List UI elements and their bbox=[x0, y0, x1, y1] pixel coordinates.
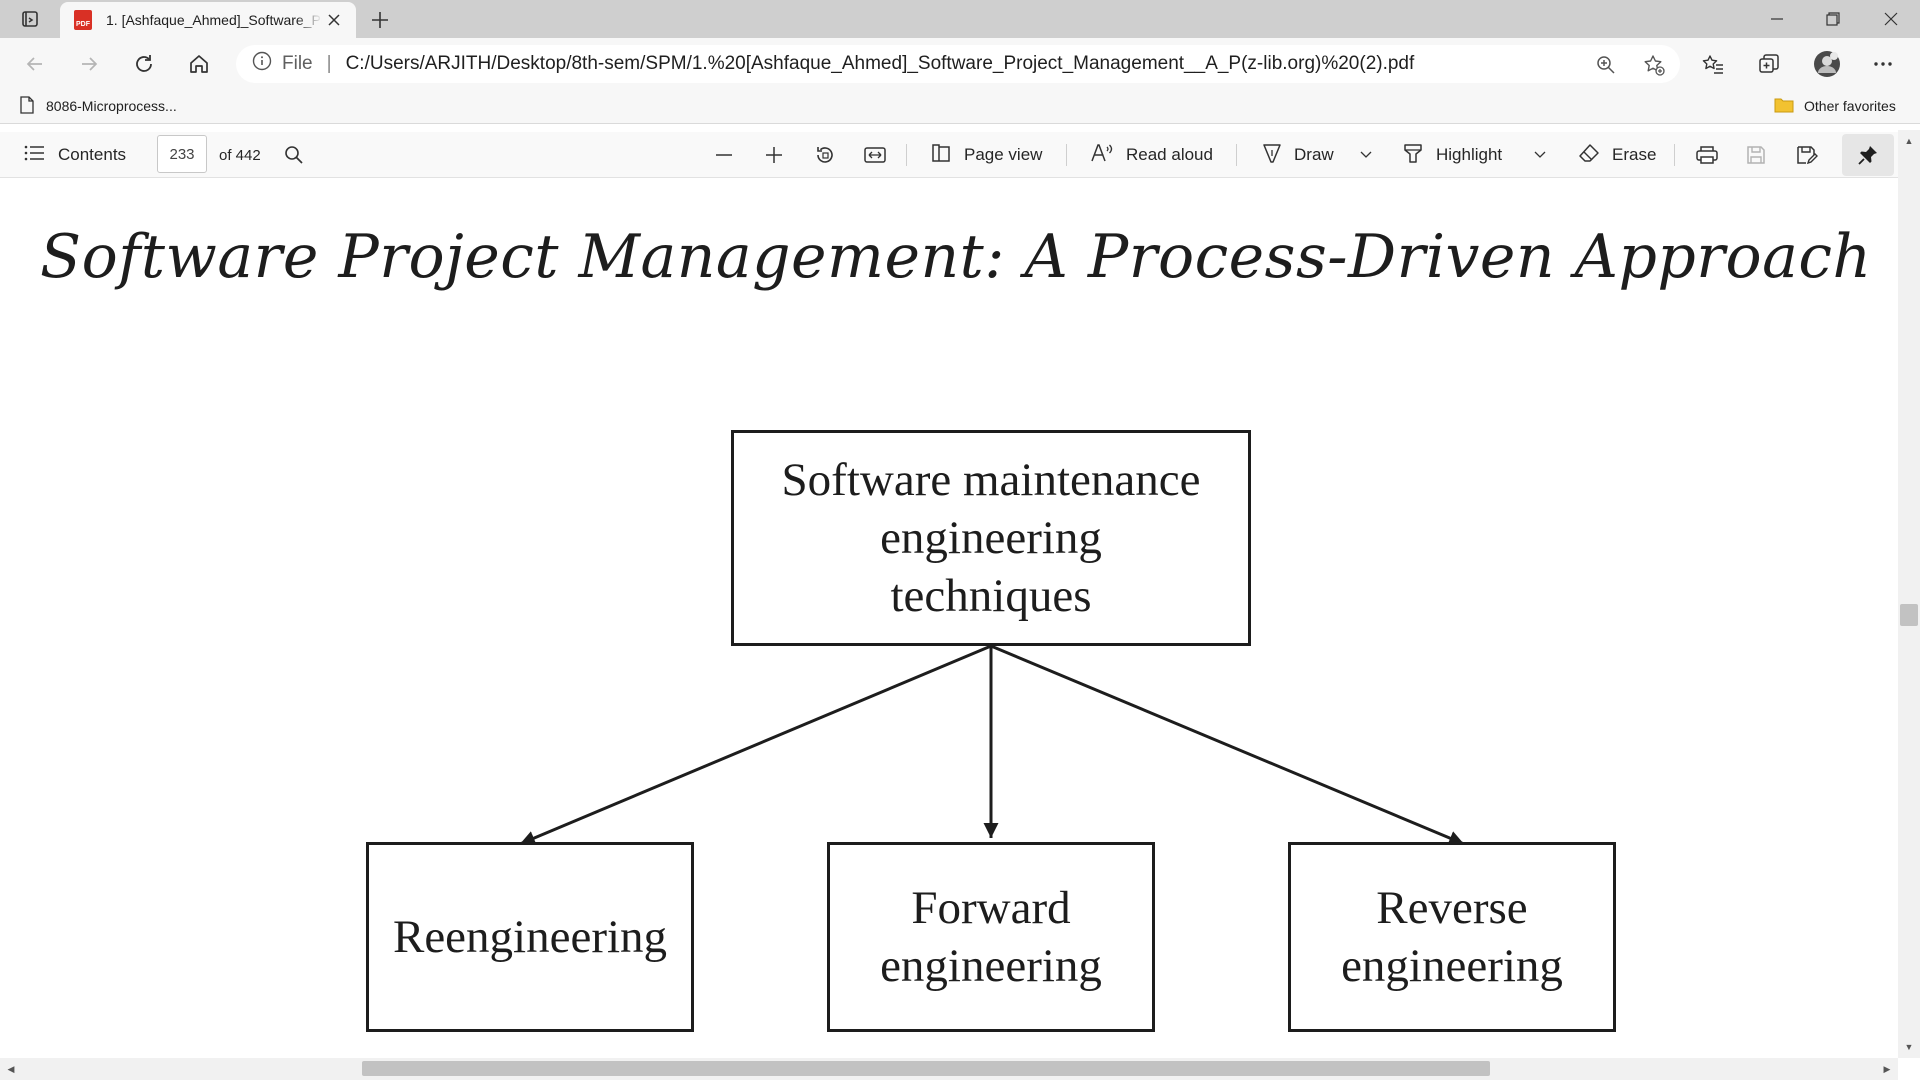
list-icon bbox=[24, 145, 46, 166]
draw-label: Draw bbox=[1294, 145, 1334, 164]
zoom-out-icon[interactable] bbox=[714, 132, 734, 178]
highlight-label: Highlight bbox=[1436, 145, 1503, 164]
collections-icon[interactable] bbox=[1752, 47, 1786, 81]
profile-avatar[interactable] bbox=[1810, 47, 1844, 81]
highlight-options-chevron-icon[interactable] bbox=[1534, 132, 1546, 178]
contents-label: Contents bbox=[58, 145, 127, 164]
diagram-node-forward-engineering: Forward engineering bbox=[827, 842, 1155, 1032]
page-view-icon bbox=[930, 143, 952, 168]
tab-strip: PDF 1. [Ashfaque_Ahmed]_Software_Project… bbox=[0, 0, 1920, 38]
zoom-icon[interactable] bbox=[1594, 53, 1618, 77]
erase-label: Erase bbox=[1612, 145, 1657, 164]
url-text[interactable]: C:/Users/ARJITH/Desktop/8th-sem/SPM/1.%2… bbox=[346, 53, 1415, 75]
close-window-button[interactable] bbox=[1866, 0, 1916, 38]
tab-actions-icon[interactable] bbox=[12, 6, 48, 32]
close-tab-icon[interactable] bbox=[324, 10, 344, 30]
favorites-bar: 8086-Microprocess... Other favorites bbox=[0, 88, 1920, 124]
security-label: File bbox=[282, 53, 313, 74]
vertical-scrollbar[interactable] bbox=[1898, 130, 1920, 1058]
page-number-input[interactable]: 233 bbox=[157, 135, 207, 173]
other-favorites-label: Other favorites bbox=[1804, 98, 1896, 114]
pdf-toolbar: Contents 233 of 442 Page view Read aloud… bbox=[0, 132, 1920, 178]
page-view-label: Page view bbox=[964, 145, 1043, 164]
diagram-root-node: Software maintenance engineering techniq… bbox=[731, 430, 1251, 646]
favorites-icon[interactable] bbox=[1696, 47, 1730, 81]
info-icon[interactable] bbox=[252, 51, 272, 77]
highlighter-icon bbox=[1402, 142, 1424, 169]
pin-toolbar-icon[interactable] bbox=[1842, 134, 1894, 176]
arrow-to-reverse-engineering bbox=[990, 644, 1465, 846]
page-icon bbox=[20, 95, 34, 117]
eraser-icon bbox=[1578, 143, 1600, 168]
more-options-icon[interactable] bbox=[1866, 47, 1900, 81]
folder-icon bbox=[1774, 97, 1794, 116]
toolbar-divider bbox=[906, 144, 907, 166]
rotate-icon[interactable] bbox=[814, 132, 836, 178]
search-icon[interactable] bbox=[284, 132, 304, 178]
forward-button[interactable] bbox=[72, 47, 106, 81]
restore-button[interactable] bbox=[1808, 0, 1858, 38]
print-icon[interactable] bbox=[1696, 132, 1718, 178]
read-aloud-button[interactable]: Read aloud bbox=[1090, 132, 1213, 178]
other-favorites[interactable]: Other favorites bbox=[1774, 94, 1896, 118]
scroll-up-icon[interactable]: ▲ bbox=[1902, 134, 1916, 148]
toolbar-divider bbox=[1236, 144, 1237, 166]
save-as-icon[interactable] bbox=[1796, 132, 1818, 178]
save-icon[interactable] bbox=[1746, 132, 1766, 178]
refresh-button[interactable] bbox=[127, 47, 161, 81]
zoom-in-icon[interactable] bbox=[764, 132, 784, 178]
scroll-right-icon[interactable]: ▶ bbox=[1880, 1062, 1894, 1076]
page-view-button[interactable]: Page view bbox=[930, 132, 1042, 178]
tab-title: 1. [Ashfaque_Ahmed]_Software_Project_Man… bbox=[106, 12, 322, 28]
back-button[interactable] bbox=[18, 47, 52, 81]
home-button[interactable] bbox=[182, 47, 216, 81]
add-favorite-icon[interactable] bbox=[1642, 53, 1666, 77]
favorite-item[interactable]: 8086-Microprocess... bbox=[20, 94, 177, 118]
highlight-button[interactable]: Highlight bbox=[1402, 132, 1502, 178]
address-divider: | bbox=[326, 53, 332, 74]
navigation-bar: File | C:/Users/ARJITH/Desktop/8th-sem/S… bbox=[0, 38, 1920, 88]
read-aloud-label: Read aloud bbox=[1126, 145, 1213, 164]
favorite-label: 8086-Microprocess... bbox=[46, 98, 177, 114]
erase-button[interactable]: Erase bbox=[1578, 132, 1656, 178]
read-aloud-icon bbox=[1090, 143, 1114, 168]
draw-button[interactable]: Draw bbox=[1262, 132, 1334, 178]
vertical-scroll-thumb[interactable] bbox=[1900, 604, 1918, 626]
toolbar-divider bbox=[1674, 144, 1675, 166]
toolbar-divider bbox=[1066, 144, 1067, 166]
diagram-node-reengineering: Reengineering bbox=[366, 842, 694, 1032]
scroll-down-icon[interactable]: ▼ bbox=[1902, 1040, 1916, 1054]
horizontal-scroll-thumb[interactable] bbox=[362, 1061, 1490, 1076]
fit-width-icon[interactable] bbox=[864, 132, 886, 178]
arrow-to-reengineering bbox=[519, 644, 992, 846]
browser-tab[interactable]: PDF 1. [Ashfaque_Ahmed]_Software_Project… bbox=[60, 2, 356, 38]
minimize-button[interactable] bbox=[1752, 0, 1802, 38]
page-total: of 442 bbox=[219, 146, 261, 164]
address-bar[interactable]: File | C:/Users/ARJITH/Desktop/8th-sem/S… bbox=[236, 45, 1680, 83]
contents-button[interactable]: Contents bbox=[24, 132, 126, 178]
draw-icon bbox=[1262, 142, 1282, 169]
scroll-left-icon[interactable]: ◀ bbox=[4, 1062, 18, 1076]
diagram-node-reverse-engineering: Reverse engineering bbox=[1288, 842, 1616, 1032]
pdf-page: Software Project Management: A Process-D… bbox=[0, 178, 1898, 1058]
pdf-file-icon: PDF bbox=[74, 10, 92, 30]
draw-options-chevron-icon[interactable] bbox=[1360, 132, 1372, 178]
new-tab-button[interactable] bbox=[366, 6, 394, 34]
